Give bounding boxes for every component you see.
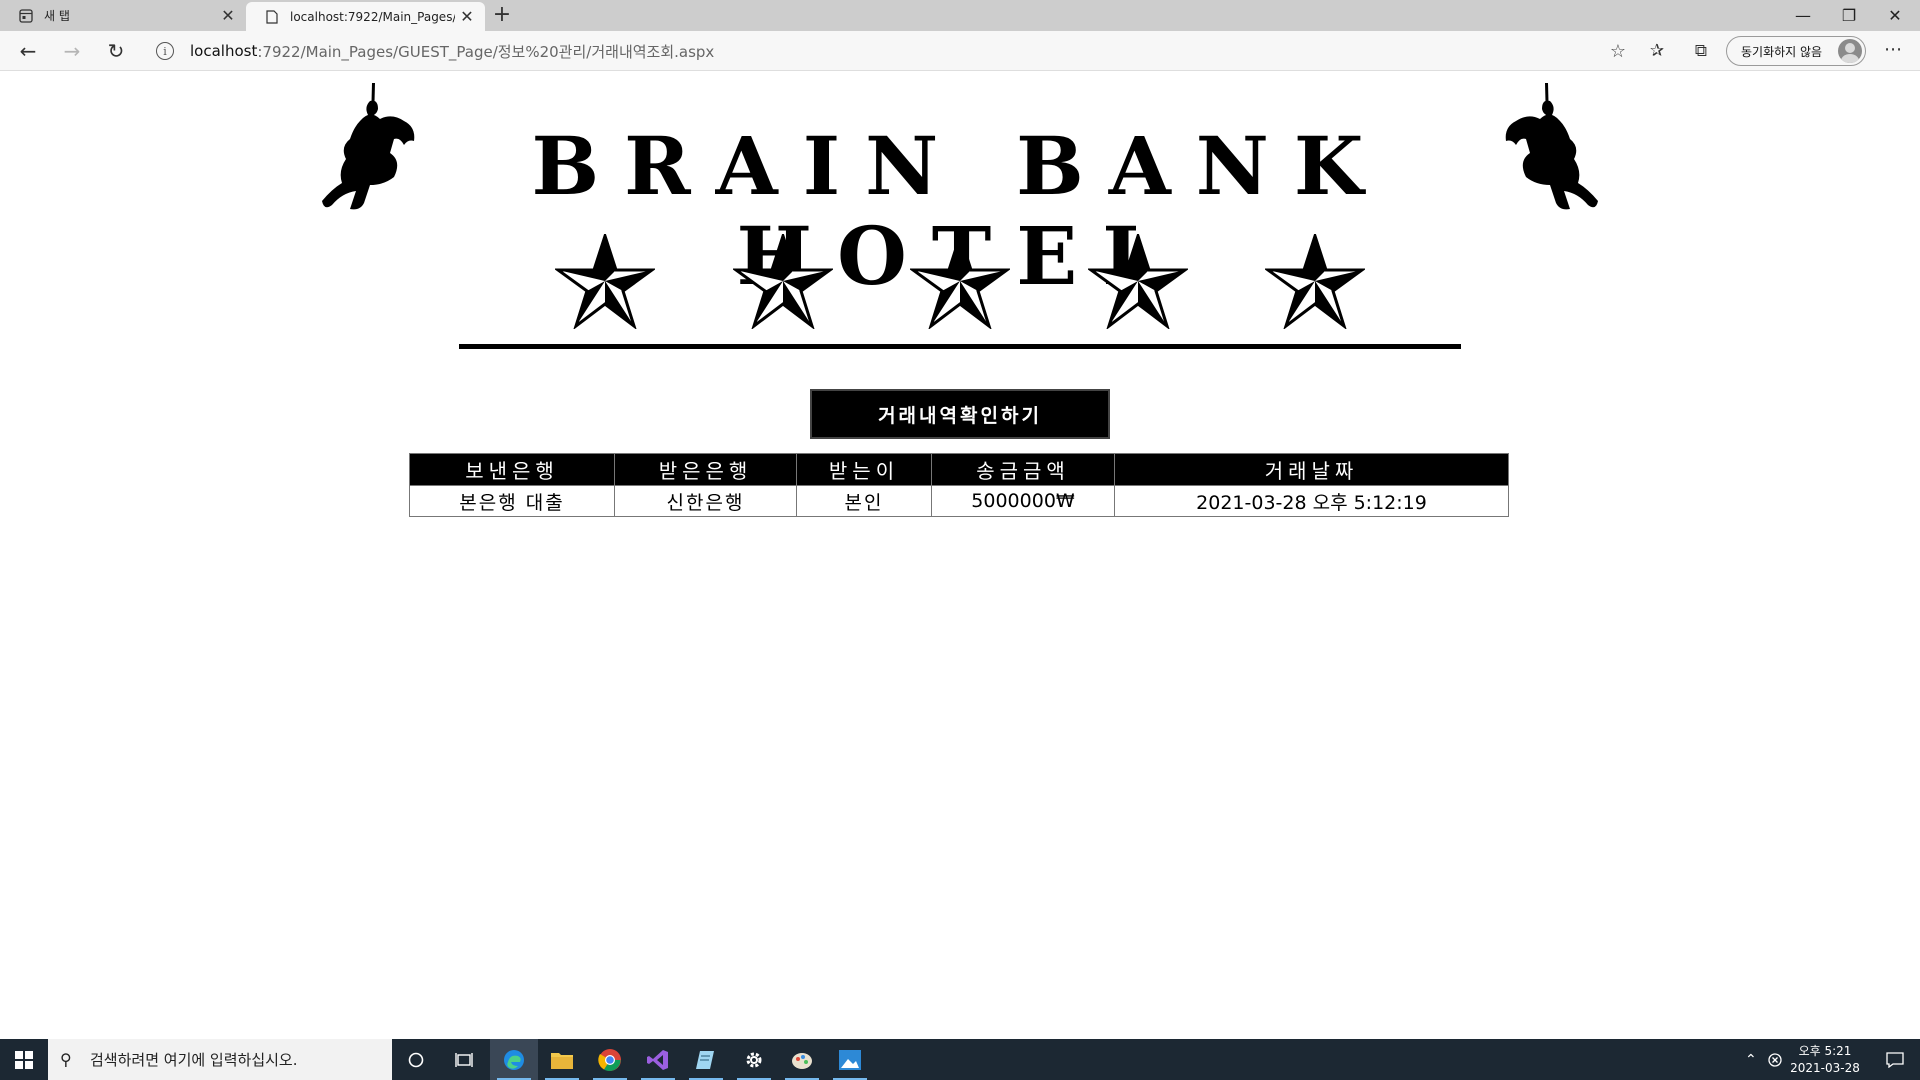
cell-sending-bank: 본은행 대출 — [409, 485, 615, 517]
transaction-table: 보낸은행 받은은행 받는이 송금금액 거래날짜 본은행 대출 신한은행 본인 5… — [409, 453, 1509, 517]
url-host: localhost — [190, 42, 258, 60]
close-window-icon[interactable]: ✕ — [1872, 0, 1918, 31]
minimize-icon[interactable]: — — [1780, 0, 1826, 31]
windows-start-icon[interactable] — [0, 1039, 48, 1080]
refresh-icon[interactable]: ↻ — [102, 38, 130, 64]
taskbar-clock[interactable]: 오후 5:21 2021-03-28 — [1780, 1039, 1870, 1080]
file-explorer-icon[interactable] — [538, 1039, 586, 1080]
photos-icon[interactable] — [826, 1039, 874, 1080]
star-icon — [732, 234, 833, 329]
page-icon — [264, 9, 280, 25]
close-tab-icon[interactable]: ✕ — [455, 7, 479, 26]
tab-label: 새 탭 — [44, 9, 70, 23]
knight-logo-icon — [322, 83, 415, 210]
search-icon: ⚲ — [60, 1050, 72, 1069]
check-transactions-button[interactable]: 거래내역확인하기 — [810, 389, 1110, 439]
visual-studio-icon[interactable] — [634, 1039, 682, 1080]
rating-stars — [555, 234, 1365, 334]
star-icon — [910, 234, 1010, 329]
windows-taskbar: ⚲ 검색하려면 여기에 입력하십시오. ⌃ 오후 5:21 2021-03-28 — [0, 1039, 1920, 1080]
hotel-banner: BRAIN BANK HOTEL — [320, 81, 1600, 301]
restore-icon[interactable]: ❐ — [1826, 0, 1872, 31]
cortana-icon[interactable] — [392, 1039, 440, 1080]
cell-amount: 5000000₩ — [931, 485, 1115, 517]
cell-date: 2021-03-28 오후 5:12:19 — [1114, 485, 1509, 517]
column-header-date: 거래날짜 — [1114, 453, 1509, 486]
chrome-icon[interactable] — [586, 1039, 634, 1080]
collections-icon[interactable]: ⧉ — [1688, 39, 1714, 63]
header-divider — [459, 344, 1461, 349]
column-header-receiving-bank: 받은은행 — [614, 453, 797, 486]
address-bar[interactable]: i localhost:7922/Main_Pages/GUEST_Page/정… — [146, 36, 1626, 66]
knight-logo-icon — [1505, 83, 1598, 210]
clock-date: 2021-03-28 — [1790, 1060, 1860, 1075]
paint-icon[interactable] — [778, 1039, 826, 1080]
task-view-icon[interactable] — [440, 1039, 488, 1080]
browser-toolbar: ← → ↻ i localhost:7922/Main_Pages/GUEST_… — [0, 31, 1920, 71]
favorite-star-icon[interactable]: ☆ — [1610, 41, 1626, 62]
new-tab-page-icon — [18, 8, 34, 24]
cell-recipient: 본인 — [796, 485, 932, 517]
cell-receiving-bank: 신한은행 — [614, 485, 797, 517]
star-icon — [1265, 234, 1365, 329]
search-placeholder: 검색하려면 여기에 입력하십시오. — [90, 1051, 298, 1069]
web-page: BRAIN BANK HOTEL 거래내역확인하기 보낸은행 받은은행 받는이 … — [0, 71, 1920, 1039]
column-header-recipient: 받는이 — [796, 453, 932, 486]
tab-label: localhost:7922/Main_Pages/GUE — [290, 9, 455, 24]
site-info-icon[interactable]: i — [156, 42, 174, 60]
favorites-icon[interactable]: ✰ — [1644, 39, 1670, 63]
star-icon — [555, 234, 655, 329]
more-options-icon[interactable]: ⋯ — [1880, 38, 1906, 64]
tab-new-tab[interactable]: 새 탭 ✕ — [0, 0, 246, 31]
table-row: 본은행 대출 신한은행 본인 5000000₩ 2021-03-28 오후 5:… — [409, 485, 1509, 517]
avatar — [1838, 39, 1862, 63]
close-tab-icon[interactable]: ✕ — [216, 6, 240, 25]
taskbar-search-box[interactable]: ⚲ 검색하려면 여기에 입력하십시오. — [48, 1039, 392, 1080]
edge-browser-icon[interactable] — [490, 1039, 538, 1080]
forward-icon[interactable]: → — [58, 38, 86, 64]
new-tab-button[interactable]: + — [490, 4, 514, 28]
tab-active-page[interactable]: localhost:7922/Main_Pages/GUE ✕ — [246, 2, 485, 31]
star-icon — [1087, 234, 1188, 329]
show-hidden-icons[interactable]: ⌃ — [1745, 1039, 1757, 1080]
settings-gear-icon[interactable] — [730, 1039, 778, 1080]
column-header-sending-bank: 보낸은행 — [409, 453, 615, 486]
tab-strip: 새 탭 ✕ localhost:7922/Main_Pages/GUE ✕ + … — [0, 0, 1920, 31]
notepad-icon[interactable] — [682, 1039, 730, 1080]
notification-center-icon[interactable] — [1875, 1039, 1915, 1080]
column-header-amount: 송금금액 — [931, 453, 1115, 486]
url-path: :7922/Main_Pages/GUEST_Page/정보%20관리/거래내역… — [257, 42, 715, 61]
profile-sync-button[interactable]: 동기화하지 않음 — [1726, 36, 1866, 66]
sync-label: 동기화하지 않음 — [1741, 44, 1823, 59]
back-icon[interactable]: ← — [14, 38, 42, 64]
table-header-row: 보낸은행 받은은행 받는이 송금금액 거래날짜 — [409, 453, 1509, 486]
clock-time: 오후 5:21 — [1798, 1043, 1852, 1058]
